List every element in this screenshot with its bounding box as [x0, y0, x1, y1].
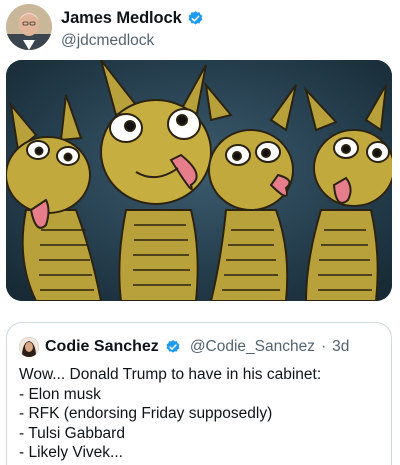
author-name-line: James Medlock — [61, 9, 204, 28]
author-display-name[interactable]: James Medlock — [61, 9, 182, 28]
post-header: James Medlock @jdcmedlock — [6, 4, 394, 52]
quoted-post-header: Codie Sanchez @Codie_Sanchez · 3d — [19, 337, 349, 357]
quoted-author-display-name[interactable]: Codie Sanchez — [45, 338, 159, 356]
author-avatar[interactable] — [6, 4, 52, 50]
post-media-image[interactable] — [6, 60, 392, 301]
quoted-text-line: - Likely Vivek... — [19, 444, 123, 462]
timestamp-separator: · — [321, 338, 327, 355]
quoted-text-line: - RFK (endorsing Friday supposedly) — [19, 405, 273, 423]
quoted-post-timestamp[interactable]: 3d — [332, 338, 349, 356]
quoted-author-handle[interactable]: @Codie_Sanchez — [190, 338, 315, 356]
verified-badge-icon — [187, 10, 204, 27]
profile-photo-avatar-icon — [6, 4, 52, 50]
quoted-text-line: - Tulsi Gabbard — [19, 424, 125, 442]
quoted-text-line: - Elon musk — [19, 385, 101, 403]
quoted-author-avatar[interactable] — [19, 337, 39, 357]
quoted-profile-photo-icon — [19, 337, 39, 357]
quoted-verified-badge-icon — [165, 339, 182, 356]
author-handle[interactable]: @jdcmedlock — [61, 32, 154, 50]
quoted-post-card[interactable]: Codie Sanchez @Codie_Sanchez · 3d Wow...… — [6, 322, 392, 465]
quoted-post-text: Wow... Donald Trump to have in his cabin… — [19, 365, 384, 463]
three-headed-dragon-meme-image-icon — [6, 60, 392, 301]
quoted-text-line: Wow... Donald Trump to have in his cabin… — [19, 366, 322, 383]
